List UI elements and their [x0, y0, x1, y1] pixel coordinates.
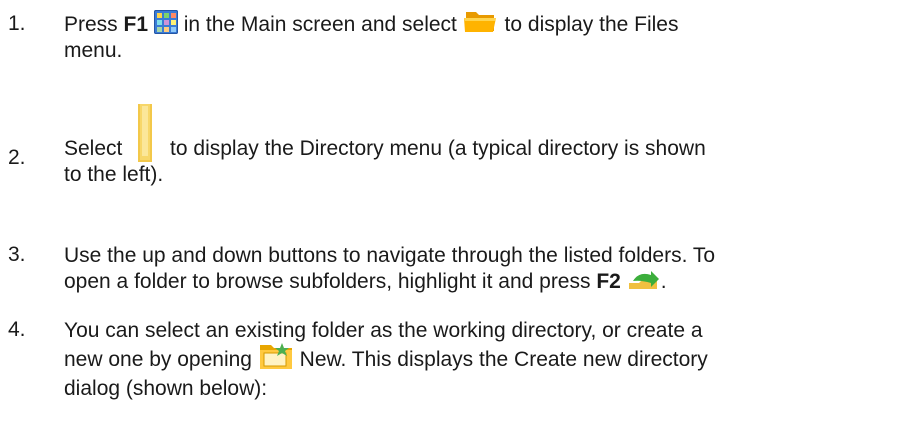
step-number: 3. — [8, 243, 26, 266]
green-arrow-icon — [627, 269, 661, 291]
key-f2: F2 — [596, 270, 621, 293]
step-text: Press F1 in the Main screen and select t… — [64, 10, 864, 64]
open-folder-icon — [463, 8, 499, 34]
step-number: 1. — [8, 12, 26, 35]
folder-icon — [128, 102, 164, 162]
grid-app-icon — [153, 10, 178, 35]
key-f1: F1 — [123, 13, 149, 36]
step-text: Use the up and down buttons to navigate … — [64, 244, 716, 293]
step-number: 4. — [8, 318, 26, 341]
step-text: You can select an existing folder as the… — [64, 319, 708, 400]
step-number: 2. — [8, 146, 26, 169]
new-folder-icon — [258, 341, 294, 371]
step-text: Select to display the Directory menu (a … — [64, 102, 864, 188]
